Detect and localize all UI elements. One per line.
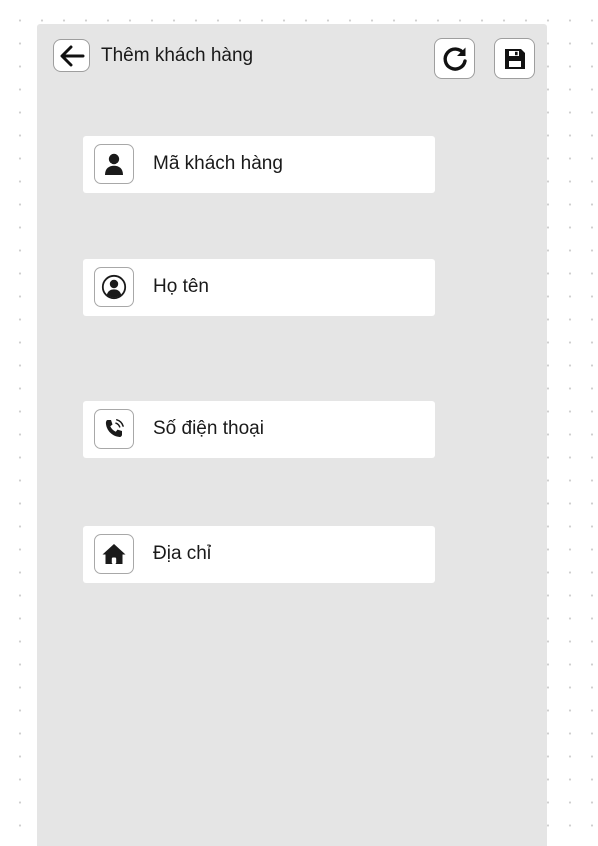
page-title: Thêm khách hàng — [101, 45, 254, 66]
full-name-label: Họ tên — [153, 276, 209, 297]
floppy-disk-icon — [504, 48, 526, 70]
user-icon — [94, 144, 134, 184]
refresh-button[interactable] — [434, 38, 475, 79]
customer-code-field[interactable]: Mã khách hàng — [83, 136, 435, 193]
address-label: Địa chỉ — [153, 543, 212, 564]
back-button[interactable] — [53, 39, 90, 72]
phone-field[interactable]: Số điện thoại — [83, 401, 435, 458]
phone-icon — [94, 409, 134, 449]
user-circle-icon — [94, 267, 134, 307]
home-icon — [94, 534, 134, 574]
full-name-field[interactable]: Họ tên — [83, 259, 435, 316]
save-button[interactable] — [494, 38, 535, 79]
phone-label: Số điện thoại — [153, 418, 264, 439]
add-customer-panel: Thêm khách hàng Mã khách hàng Họ tên Số … — [37, 24, 547, 846]
address-field[interactable]: Địa chỉ — [83, 526, 435, 583]
refresh-icon — [441, 45, 469, 73]
arrow-left-icon — [59, 45, 85, 67]
customer-code-label: Mã khách hàng — [153, 153, 283, 174]
